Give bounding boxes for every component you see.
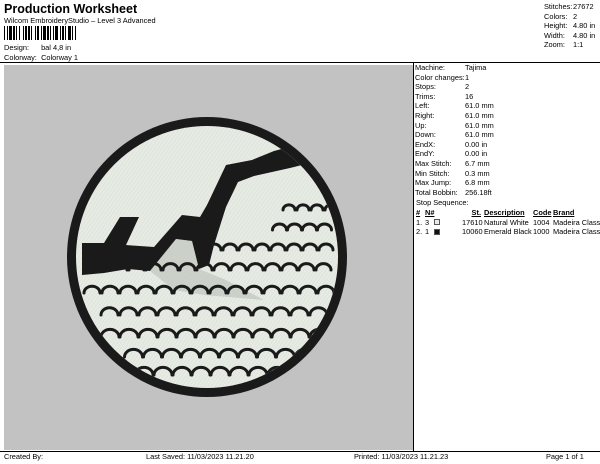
thread-code: 1004 [533,217,550,227]
needle-number: 1 [425,227,430,237]
printed-date: Printed: 11/03/2023 11.21.23 [354,452,449,461]
thread-description: Natural White [484,217,529,227]
design-preview [4,65,413,450]
info-row: EndX: 0.00 in [415,141,599,151]
stat-label: Zoom: [544,40,565,50]
stop-sequence-title: Stop Sequence: [416,198,469,207]
worksheet-title: Production Worksheet [4,2,138,16]
column-header: Brand [553,208,575,218]
color-swatch [434,219,440,226]
stitch-count: 17610 [462,217,483,227]
golf-ball-embroidery [67,117,347,397]
column-header: Code [533,208,552,218]
last-saved: Last Saved: 11/03/2023 11.21.20 [146,452,254,461]
column-header: # [416,208,421,218]
info-row: Color changes: 1 [415,74,599,84]
colorway-row: Colorway: Colorway 1 [4,53,79,62]
color-swatch [434,228,440,235]
design-value: bal 4,8 in [41,43,72,52]
stop-index: 2. [416,227,423,237]
design-stats: Stitches: 27672 Colors: 2 Height: 4.80 in W… [544,3,600,51]
stat-row: Zoom: 1:1 [544,41,600,51]
stat-value: 1:1 [573,40,584,50]
info-row: Left: 61.0 mm [415,102,599,112]
column-header: Description [484,208,525,218]
software-subtitle: Wilcom EmbroideryStudio – Level 3 Advanc… [4,16,156,25]
thread-brand: Madeira Classic 40 [553,227,600,237]
table-row: 1. 3 17610 Natural White 1004 Madeira Cl… [416,217,600,228]
info-row: Stops: 2 [415,83,599,93]
stop-index: 1. [416,217,423,227]
column-header: N# [425,208,435,218]
info-row: Down: 61.0 mm [415,131,599,141]
table-header-row: # N# St. Description Code Brand [416,208,599,218]
colorway-label: Colorway: [4,53,37,62]
info-row: Total Bobbin: 256.18ft [415,189,599,199]
info-value: 256.18ft [465,187,492,197]
thread-code: 1000 [533,227,550,237]
info-row: Trims: 16 [415,93,599,103]
needle-number: 3 [425,217,430,227]
design-row: Design: bal 4,8 in [4,43,72,52]
barcode-image [4,26,76,40]
header-divider [0,62,600,63]
panel-divider [413,63,414,451]
stitch-count: 10060 [462,227,483,237]
info-label: Total Bobbin: [415,187,458,197]
stop-sequence-table: # N# St. Description Code Brand 1. 3 176… [416,208,600,237]
page-number: Page 1 of 1 [546,452,584,461]
table-row: 2. 1 10060 Emerald Black 1000 Madeira Cl… [416,227,600,237]
footer-divider [0,451,600,452]
machine-info-panel: Machine: Tajima Color changes: 1 Stops: 2 Trim… [415,64,599,198]
info-row: Right: 61.0 mm [415,112,599,122]
design-label: Design: [4,43,30,52]
created-by: Created By: [4,452,44,461]
thread-brand: Madeira Classic 40 [553,217,600,227]
colorway-value: Colorway 1 [41,53,79,62]
thread-description: Emerald Black [484,227,532,237]
info-row: Up: 61.0 mm [415,122,599,132]
column-header: St. [471,208,481,218]
